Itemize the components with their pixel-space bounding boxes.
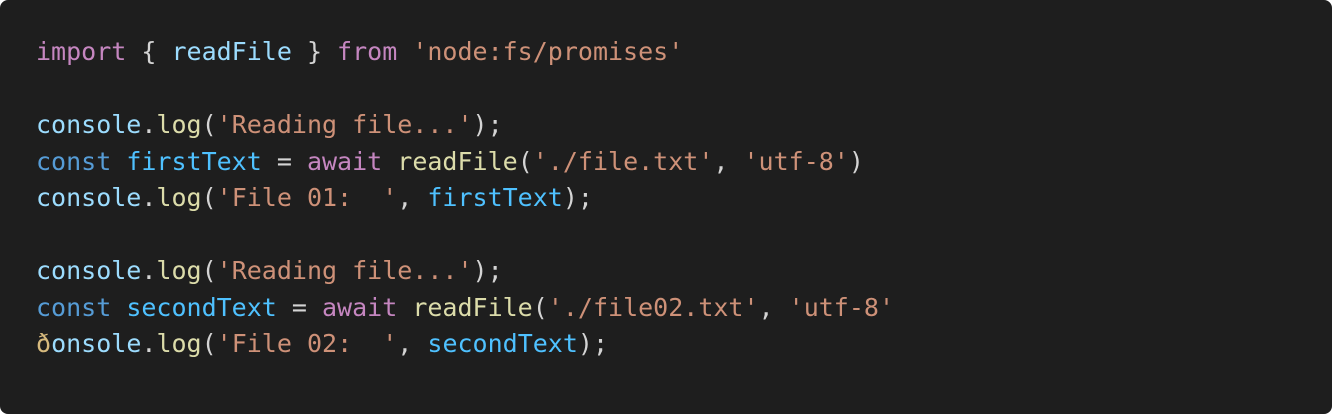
code-token: log [156,110,202,139]
code-token: } [291,37,338,66]
code-token: 'Reading file...' [216,110,473,139]
code-line-5: console.log('File 01: ', firstText); [36,180,1296,217]
code-token: 'utf-8' [788,292,894,322]
code-line-9: ðonsole.log('File 02: ', secondText); [36,326,1296,363]
code-line-1: import { readFile } from 'node:fs/promis… [36,34,1296,71]
code-token: 'File 01: ' [216,183,398,212]
code-token: console [36,256,142,285]
code-token: , [397,183,428,212]
code-token: ) [848,146,864,176]
code-token: ( [201,110,217,139]
code-token: firstText [427,183,563,212]
code-token: . [141,329,157,358]
code-token: ( [201,183,217,212]
code-token: const [36,146,112,176]
code-token: ð [36,329,52,358]
code-token: , [758,292,789,322]
code-token: secondText [126,292,277,322]
code-line-7: console.log('Reading file...'); [36,253,1296,290]
code-token: , [397,329,428,358]
code-line-4: const firstText = await readFile('./file… [36,144,1296,181]
code-token: log [156,183,202,212]
code-token: log [156,256,202,285]
code-token: . [141,183,157,212]
code-token: = [276,292,322,322]
code-token: log [156,329,202,358]
code-token: = [261,146,307,176]
code-token: ( [517,146,533,176]
code-token: 'Reading file...' [216,256,473,285]
code-line-8: const secondText = await readFile('./fil… [36,290,1296,327]
code-token: readFile [171,37,292,66]
code-token: from [337,37,398,66]
code-token: 'node:fs/promises' [412,37,684,66]
code-token: onsole [51,329,142,358]
code-token: console [36,110,142,139]
code-token: secondText [427,329,578,358]
code-token: 'File 02: ' [216,329,398,358]
code-token: { [126,37,172,66]
code-token: . [141,110,157,139]
code-token: firstText [126,146,262,176]
code-token: await [322,292,398,322]
code-token: const [36,292,112,322]
code-token: . [141,256,157,285]
code-editor-panel[interactable]: import { readFile } from 'node:fs/promis… [0,0,1332,414]
code-token: readFile [397,146,518,176]
code-token: ); [472,110,503,139]
code-token: ); [562,183,593,212]
code-token: ( [201,256,217,285]
code-token: './file02.txt' [547,292,759,322]
code-token: './file.txt' [532,146,714,176]
code-token: await [306,146,383,176]
code-token: readFile [412,292,533,322]
code-token: ); [577,329,609,358]
code-token: import [36,37,127,66]
code-line-3: console.log('Reading file...'); [36,107,1296,144]
code-token: , [713,146,744,176]
code-token: console [36,183,142,212]
code-token: 'utf-8' [743,146,849,176]
code-token: ); [472,256,503,285]
code-token: ( [532,292,548,322]
code-block[interactable]: import { readFile } from 'node:fs/promis… [36,34,1296,363]
code-token: ( [201,329,217,358]
